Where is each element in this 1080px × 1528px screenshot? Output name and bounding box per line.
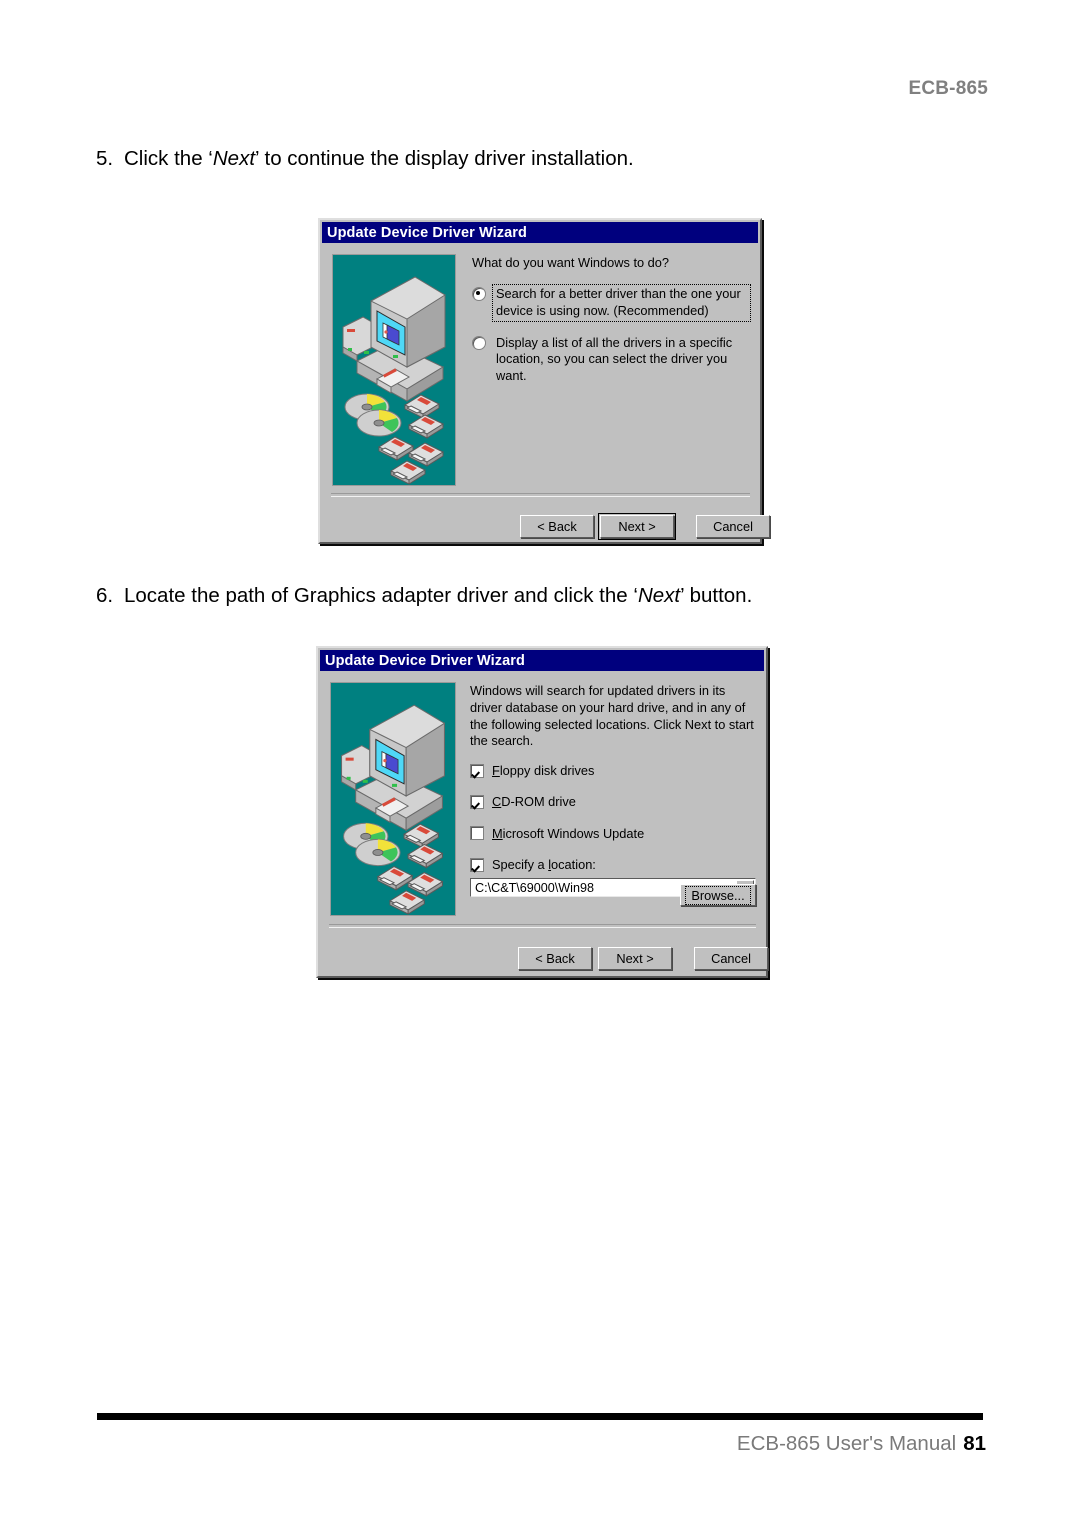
dialog-2-title: Update Device Driver Wizard	[325, 652, 526, 669]
dialog-2-cancel-button[interactable]: Cancel	[694, 947, 768, 970]
browse-button[interactable]: Browse...	[680, 884, 756, 906]
dialog-1-cancel-label: Cancel	[713, 519, 753, 534]
checkbox-microsoft-windows-update[interactable]: Microsoft Windows Update	[470, 826, 756, 841]
step-5-number: 5.	[96, 147, 114, 170]
dialog-2-back-label: < Back	[535, 951, 575, 966]
checkbox-label-rest: icrosoft Windows Update	[502, 825, 645, 841]
accel-letter: F	[492, 763, 500, 778]
footer-rule	[97, 1413, 983, 1420]
checkbox-label-rest: ocation:	[551, 857, 596, 873]
checkbox-specify-a-location-label: Specify a location:	[492, 857, 596, 873]
checkbox-microsoft-windows-update-label: Microsoft Windows Update	[492, 826, 644, 841]
page-header-model: ECB-865	[908, 78, 988, 99]
checkbox-cdrom-drive-label: CD-ROM drive	[492, 794, 576, 809]
step-5-text-after: ’ to continue the display driver install…	[255, 147, 634, 170]
checkbox-cdrom-drive[interactable]: CD-ROM drive	[470, 794, 756, 809]
dialog-2-cancel-label: Cancel	[711, 951, 751, 966]
footer-page-number: 81	[963, 1432, 986, 1455]
radio-button-icon-unselected[interactable]	[472, 335, 486, 350]
checkbox-icon-checked[interactable]	[470, 857, 484, 872]
dialog-2-separator	[329, 924, 756, 928]
checkbox-icon-unchecked[interactable]	[470, 826, 484, 841]
button-gap	[672, 947, 694, 970]
dialog-1-prompt: What do you want Windows to do?	[472, 255, 670, 270]
dialog-1-next-button[interactable]: Next >	[598, 513, 676, 540]
dialog-1-back-label: < Back	[537, 519, 577, 534]
update-device-driver-wizard-dialog-2[interactable]: Update Device Driver Wizard Windows will…	[316, 646, 768, 978]
radio-option-display-driver-list[interactable]: Display a list of all the drivers in a s…	[472, 334, 750, 387]
accel-letter: M	[492, 825, 503, 841]
dialog-1-content: What do you want Windows to do? Search f…	[472, 255, 751, 399]
checkbox-icon-checked[interactable]	[470, 795, 484, 810]
location-combobox-value: C:\C&T\69000\Win98	[475, 880, 594, 895]
checkbox-specify-a-location[interactable]: Specify a location:	[470, 857, 756, 872]
dialog-1-back-button[interactable]: < Back	[520, 515, 594, 538]
checkbox-floppy-disk-drives[interactable]: Floppy disk drives	[470, 763, 756, 778]
checkbox-icon-checked[interactable]	[470, 763, 484, 778]
radio-button-icon-selected[interactable]	[472, 286, 486, 301]
dialog-1-title-bar[interactable]: Update Device Driver Wizard	[322, 222, 758, 243]
dialog-1-separator	[331, 493, 750, 497]
dialog-1-next-label: Next >	[618, 519, 656, 534]
step-6-text-before: Locate the path of Graphics adapter driv…	[124, 584, 638, 607]
checkbox-label-rest: loppy disk drives	[499, 763, 595, 778]
wizard-illustration-computer-media-icon	[330, 682, 456, 916]
step-5-text-before: Click the ‘	[124, 147, 213, 170]
radio-option-search-better-driver[interactable]: Search for a better driver than the one …	[472, 283, 751, 322]
dialog-2-next-button[interactable]: Next >	[598, 947, 672, 970]
dialog-1-title: Update Device Driver Wizard	[327, 224, 528, 241]
accel-letter: C	[492, 794, 502, 810]
radio-option-display-driver-list-label: Display a list of all the drivers in a s…	[496, 334, 733, 384]
dialog-2-button-row: < Back Next > Cancel	[518, 947, 768, 970]
step-6-number: 6.	[96, 584, 114, 607]
step-5-instruction: 5. Click the ‘Next’ to continue the displ…	[96, 146, 996, 173]
dialog-2-title-bar[interactable]: Update Device Driver Wizard	[320, 650, 764, 671]
dialog-2-back-button[interactable]: < Back	[518, 947, 592, 970]
dialog-2-body: Windows will search for updated drivers …	[318, 671, 768, 976]
update-device-driver-wizard-dialog-1[interactable]: Update Device Driver Wizard What do you …	[318, 218, 770, 544]
wizard-illustration-computer-media-icon	[332, 254, 456, 486]
checkbox-label-rest: D-ROM drive	[501, 794, 576, 810]
step-6-text-after: ’ button.	[680, 584, 753, 607]
checkbox-floppy-disk-drives-label: Floppy disk drives	[492, 763, 594, 778]
dialog-2-next-label: Next >	[616, 951, 654, 966]
footer-manual-title: ECB-865 User's Manual	[736, 1432, 957, 1455]
step-6-instruction: 6. Locate the path of Graphics adapter dr…	[96, 583, 996, 610]
browse-button-label: Browse...	[685, 885, 751, 905]
radio-option-search-better-driver-label: Search for a better driver than the one …	[492, 283, 751, 322]
button-gap	[674, 515, 696, 538]
step-6-emphasis: Next	[637, 584, 681, 607]
dialog-2-content: Windows will search for updated drivers …	[470, 683, 756, 898]
dialog-1-button-row: < Back Next > Cancel	[520, 513, 770, 540]
dialog-1-body: What do you want Windows to do? Search f…	[320, 243, 770, 542]
footer: ECB-865 User's Manual 81	[737, 1432, 986, 1456]
dialog-1-cancel-button[interactable]: Cancel	[696, 515, 770, 538]
dialog-2-prompt: Windows will search for updated drivers …	[470, 683, 754, 749]
step-5-emphasis: Next	[212, 147, 256, 170]
